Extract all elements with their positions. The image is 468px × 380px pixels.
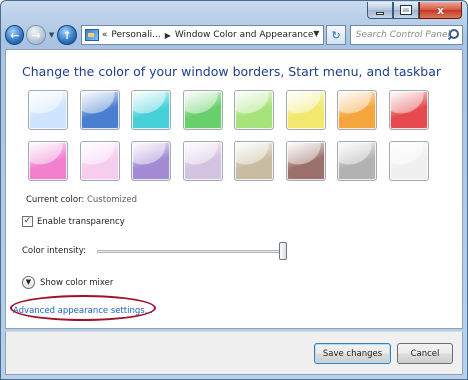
minimize-button[interactable]	[367, 2, 393, 19]
color-swatch-lavender[interactable]	[182, 141, 223, 181]
caption-buttons: x	[367, 2, 462, 20]
show-color-mixer-label[interactable]: Show color mixer	[40, 278, 113, 288]
address-bar[interactable]: « Personali... ▶ Window Color and Appear…	[80, 25, 325, 45]
chevron-down-icon: ▼	[48, 31, 55, 39]
color-swatch-taupe[interactable]	[234, 141, 274, 181]
page-title: Change the color of your window borders,…	[22, 64, 442, 79]
refresh-button[interactable]: ↻	[326, 25, 346, 45]
color-swatch-frost[interactable]	[388, 141, 429, 181]
window: x ← → ▼ ↑ « Personali... ▶ Window Color …	[0, 0, 468, 380]
expand-chevron-icon[interactable]: ▼	[22, 276, 35, 289]
current-color-label: Current color:	[26, 195, 85, 205]
breadcrumb-separator-icon[interactable]: ▶	[165, 31, 171, 40]
control-panel-icon	[84, 29, 99, 41]
color-swatch-blush[interactable]	[79, 141, 120, 181]
search-placeholder: Search Control Panel	[355, 30, 450, 40]
close-button[interactable]: x	[419, 2, 462, 19]
cancel-button[interactable]: Cancel	[397, 343, 453, 364]
enable-transparency-checkbox[interactable]: ✓	[22, 216, 33, 227]
color-intensity-label: Color intensity:	[22, 246, 86, 256]
minimize-icon	[376, 11, 384, 15]
up-button[interactable]: ↑	[57, 25, 77, 45]
forward-arrow-icon: →	[31, 28, 41, 42]
navigation-bar: ← → ▼ ↑ « Personali... ▶ Window Color an…	[5, 23, 463, 47]
color-swatch-ruby[interactable]	[388, 90, 429, 130]
color-swatch-fuchsia[interactable]	[28, 141, 68, 181]
color-swatch-lemon[interactable]	[285, 90, 326, 130]
color-swatch-sea[interactable]	[131, 90, 171, 130]
color-swatch-slate[interactable]	[337, 141, 377, 181]
color-swatch-chocolate[interactable]	[285, 141, 326, 181]
current-color-value: Customized	[86, 195, 137, 205]
up-arrow-icon: ↑	[62, 28, 72, 42]
search-icon[interactable]	[447, 29, 459, 41]
advanced-appearance-settings-link[interactable]: Advanced appearance settings...	[13, 306, 153, 316]
breadcrumb-personalization[interactable]: Personali...	[111, 30, 160, 40]
close-icon: x	[436, 3, 445, 17]
show-color-mixer-row[interactable]: ▼ Show color mixer	[22, 276, 113, 289]
enable-transparency-label[interactable]: Enable transparency	[37, 217, 125, 227]
address-dropdown-icon[interactable]: ▼	[313, 29, 319, 38]
color-swatch-violet[interactable]	[131, 141, 171, 181]
forward-button[interactable]: →	[26, 25, 46, 45]
current-color: Current color: Customized	[26, 195, 137, 205]
color-intensity-slider[interactable]	[97, 250, 283, 253]
checkmark-icon: ✓	[23, 216, 32, 226]
color-intensity-slider-thumb[interactable]	[279, 242, 287, 260]
maximize-button[interactable]	[393, 2, 419, 19]
color-swatch-leaf[interactable]	[182, 90, 223, 130]
color-swatch-twilight[interactable]	[79, 90, 120, 130]
recent-pages-dropdown[interactable]: ▼	[48, 31, 56, 39]
color-swatch-pumpkin[interactable]	[337, 90, 377, 130]
back-arrow-icon: ←	[10, 28, 20, 42]
color-swatch-sky[interactable]	[28, 90, 68, 130]
maximize-icon	[400, 5, 412, 15]
button-bar: Save changes Cancel	[5, 331, 463, 375]
content-panel: Change the color of your window borders,…	[5, 49, 463, 329]
enable-transparency-row[interactable]: ✓ Enable transparency	[22, 216, 125, 227]
breadcrumb-current[interactable]: Window Color and Appearance	[175, 30, 314, 40]
breadcrumb-overflow[interactable]: «	[102, 30, 108, 40]
save-changes-button[interactable]: Save changes	[314, 343, 391, 364]
search-input[interactable]: Search Control Panel	[349, 25, 463, 45]
back-button[interactable]: ←	[5, 25, 25, 45]
refresh-icon: ↻	[331, 28, 341, 42]
color-swatch-lime[interactable]	[234, 90, 274, 130]
